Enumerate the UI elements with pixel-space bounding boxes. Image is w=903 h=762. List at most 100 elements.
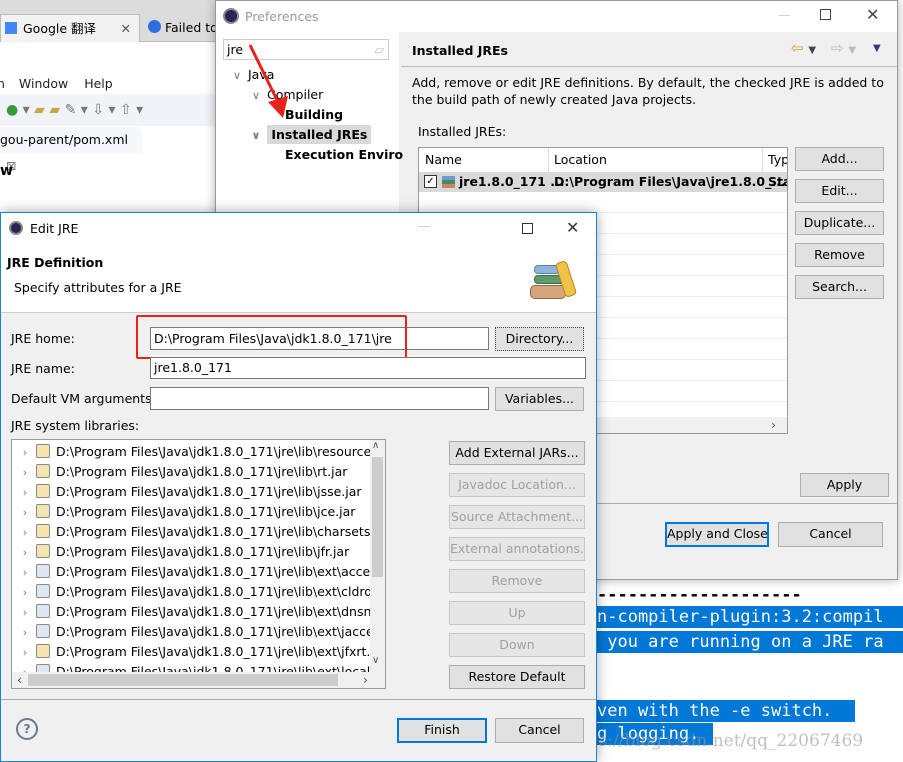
jre-books-icon xyxy=(528,259,580,303)
restore-default-button[interactable]: Restore Default xyxy=(449,665,585,689)
brush-icon[interactable]: ✎ xyxy=(65,102,77,118)
chevron-right-icon[interactable]: › xyxy=(18,503,32,522)
folder-icon[interactable]: ▰ xyxy=(49,102,60,118)
source-attachment-button[interactable]: Source Attachment... xyxy=(449,505,585,529)
chevron-right-icon[interactable]: › xyxy=(18,603,32,622)
up-button[interactable]: Up xyxy=(449,601,585,625)
close-icon[interactable]: ✕ xyxy=(121,15,131,43)
variables-button[interactable]: Variables... xyxy=(495,387,584,411)
chevron-right-icon[interactable]: › xyxy=(18,583,32,602)
maximize-icon[interactable] xyxy=(820,9,831,20)
minimize-icon[interactable]: — xyxy=(778,7,791,22)
scroll-right-icon[interactable]: › xyxy=(771,417,776,432)
chevron-right-icon[interactable]: › xyxy=(18,463,32,482)
library-item[interactable]: ›D:\Program Files\Java\jdk1.8.0_171\jre\… xyxy=(18,662,378,672)
libraries-tree: › D:\Program Files\Java\jdk1.8.0_171\jre\… xyxy=(11,439,386,689)
baidu-paw-icon xyxy=(148,20,161,33)
vertical-scrollbar[interactable]: ∧ ∨ xyxy=(370,440,385,672)
column-header-name[interactable]: Name xyxy=(425,148,462,172)
jre-name-label: JRE name: xyxy=(11,361,75,376)
chevron-right-icon[interactable]: › xyxy=(18,443,32,462)
editor-tab-pom[interactable]: gou-parent/pom.xml ⊠ xyxy=(0,127,142,173)
cancel-button[interactable]: Cancel xyxy=(495,718,584,743)
browser-tab-google-translate[interactable]: Google 翻译 ✕ xyxy=(0,14,140,42)
external-annotations-button[interactable]: External annotations... xyxy=(449,537,585,561)
open-folder-icon[interactable]: ▰ xyxy=(34,102,45,118)
jar-icon xyxy=(36,524,50,538)
new-icon[interactable]: ● xyxy=(6,102,18,118)
chevron-right-icon[interactable]: › xyxy=(18,483,32,502)
minimize-icon[interactable]: — xyxy=(418,218,431,233)
library-item[interactable]: ›D:\Program Files\Java\jdk1.8.0_171\jre\… xyxy=(18,502,378,522)
clear-filter-icon[interactable]: ▱ xyxy=(374,40,384,59)
chevron-right-icon[interactable]: › xyxy=(18,643,32,662)
menu-item-help[interactable]: Help xyxy=(84,76,113,91)
chevron-right-icon[interactable]: › xyxy=(18,623,32,642)
jar-icon xyxy=(36,504,50,518)
library-item[interactable]: ›D:\Program Files\Java\jdk1.8.0_171\jre\… xyxy=(18,522,378,542)
binary-jar-icon xyxy=(36,584,50,598)
add-button[interactable]: Add... xyxy=(795,147,884,171)
javadoc-location-button[interactable]: Javadoc Location... xyxy=(449,473,585,497)
vm-args-input[interactable] xyxy=(150,387,489,410)
chevron-right-icon[interactable]: › xyxy=(18,563,32,582)
view-title: w xyxy=(0,163,13,179)
library-item[interactable]: ›D:\Program Files\Java\jdk1.8.0_171\jre\… xyxy=(18,482,378,502)
column-header-location[interactable]: Location xyxy=(554,148,607,172)
forward-icon[interactable]: ⇨ ▼ xyxy=(831,39,856,57)
horizontal-scrollbar[interactable]: ‹ › xyxy=(12,672,385,688)
down-button[interactable]: Down xyxy=(449,633,585,657)
menu-item-window[interactable]: Window xyxy=(19,76,68,91)
edit-button[interactable]: Edit... xyxy=(795,179,884,203)
annotation-arrow xyxy=(248,44,288,118)
google-translate-icon xyxy=(5,22,17,34)
duplicate-button[interactable]: Duplicate... xyxy=(795,211,884,235)
close-icon[interactable]: ✕ xyxy=(866,5,879,24)
dialog-header: JRE Definition Specify attributes for a … xyxy=(1,243,596,313)
maximize-icon[interactable] xyxy=(522,223,533,234)
library-item[interactable]: ›D:\Program Files\Java\jdk1.8.0_171\jre\… xyxy=(18,602,378,622)
chevron-right-icon[interactable]: › xyxy=(18,543,32,562)
library-item[interactable]: ›D:\Program Files\Java\jdk1.8.0_171\jre\… xyxy=(18,462,378,482)
close-icon[interactable]: ✕ xyxy=(566,218,579,237)
view-menu-icon[interactable]: ▼ xyxy=(873,43,881,54)
search-button[interactable]: Search... xyxy=(795,275,884,299)
library-item[interactable]: ›D:\Program Files\Java\jdk1.8.0_171\jre\… xyxy=(18,642,378,662)
eclipse-toolbar: ● ▾ ▰ ▰ ✎ ▾ ⇩ ▾ ⇧ ▾ xyxy=(0,94,215,126)
library-item[interactable]: ›D:\Program Files\Java\jdk1.8.0_171\jre\… xyxy=(18,582,378,602)
jre-name-input[interactable]: jre1.8.0_171 xyxy=(150,357,586,379)
back-icon[interactable]: ⇦ ▼ xyxy=(791,39,816,57)
tree-item-execution-environments[interactable]: Execution Enviro xyxy=(285,145,403,165)
eclipse-icon xyxy=(223,8,239,24)
apply-button[interactable]: Apply xyxy=(800,473,889,497)
finish-button[interactable]: Finish xyxy=(397,718,487,743)
table-header: Name Location Typ xyxy=(419,148,787,172)
remove-button[interactable]: Remove xyxy=(795,243,884,267)
table-row[interactable]: ✓ jre1.8.0_171 ... D:\Program Files\Java… xyxy=(419,172,787,192)
remove-button[interactable]: Remove xyxy=(449,569,585,593)
library-item[interactable]: ›D:\Program Files\Java\jdk1.8.0_171\jre\… xyxy=(18,622,378,642)
watermark: https://blog.csdn.net/qq_22067469 xyxy=(563,731,864,751)
help-icon[interactable]: ? xyxy=(16,718,38,740)
menu-item-run[interactable]: n xyxy=(0,76,5,91)
window-title: Preferences xyxy=(245,9,319,24)
jar-icon xyxy=(36,464,50,478)
library-item[interactable]: ›D:\Program Files\Java\jdk1.8.0_171\jre\… xyxy=(18,442,378,462)
chevron-right-icon[interactable]: › xyxy=(18,523,32,542)
browser-tab-failed[interactable]: Failed to xyxy=(142,14,222,42)
cancel-button[interactable]: Cancel xyxy=(778,522,883,547)
edit-jre-dialog: Edit JRE — ✕ JRE Definition Specify attr… xyxy=(0,212,597,762)
add-external-jars-button[interactable]: Add External JARs... xyxy=(449,441,585,465)
directory-button[interactable]: Directory... xyxy=(495,327,584,351)
column-header-type[interactable]: Typ xyxy=(768,148,787,172)
library-item[interactable]: ›D:\Program Files\Java\jdk1.8.0_171\jre\… xyxy=(18,542,378,562)
jar-icon xyxy=(36,484,50,498)
page-title: Installed JREs xyxy=(412,43,509,58)
table-label: Installed JREs: xyxy=(418,124,507,139)
row-checkbox[interactable]: ✓ xyxy=(424,175,437,188)
vm-args-label: Default VM arguments: xyxy=(11,391,156,406)
apply-and-close-button[interactable]: Apply and Close xyxy=(665,522,769,547)
library-item[interactable]: ›D:\Program Files\Java\jdk1.8.0_171\jre\… xyxy=(18,562,378,582)
page-header: Installed JREs ⇦ ▼ ⇨ ▼ ▼ xyxy=(401,32,897,67)
chevron-right-icon[interactable]: › xyxy=(18,663,32,672)
